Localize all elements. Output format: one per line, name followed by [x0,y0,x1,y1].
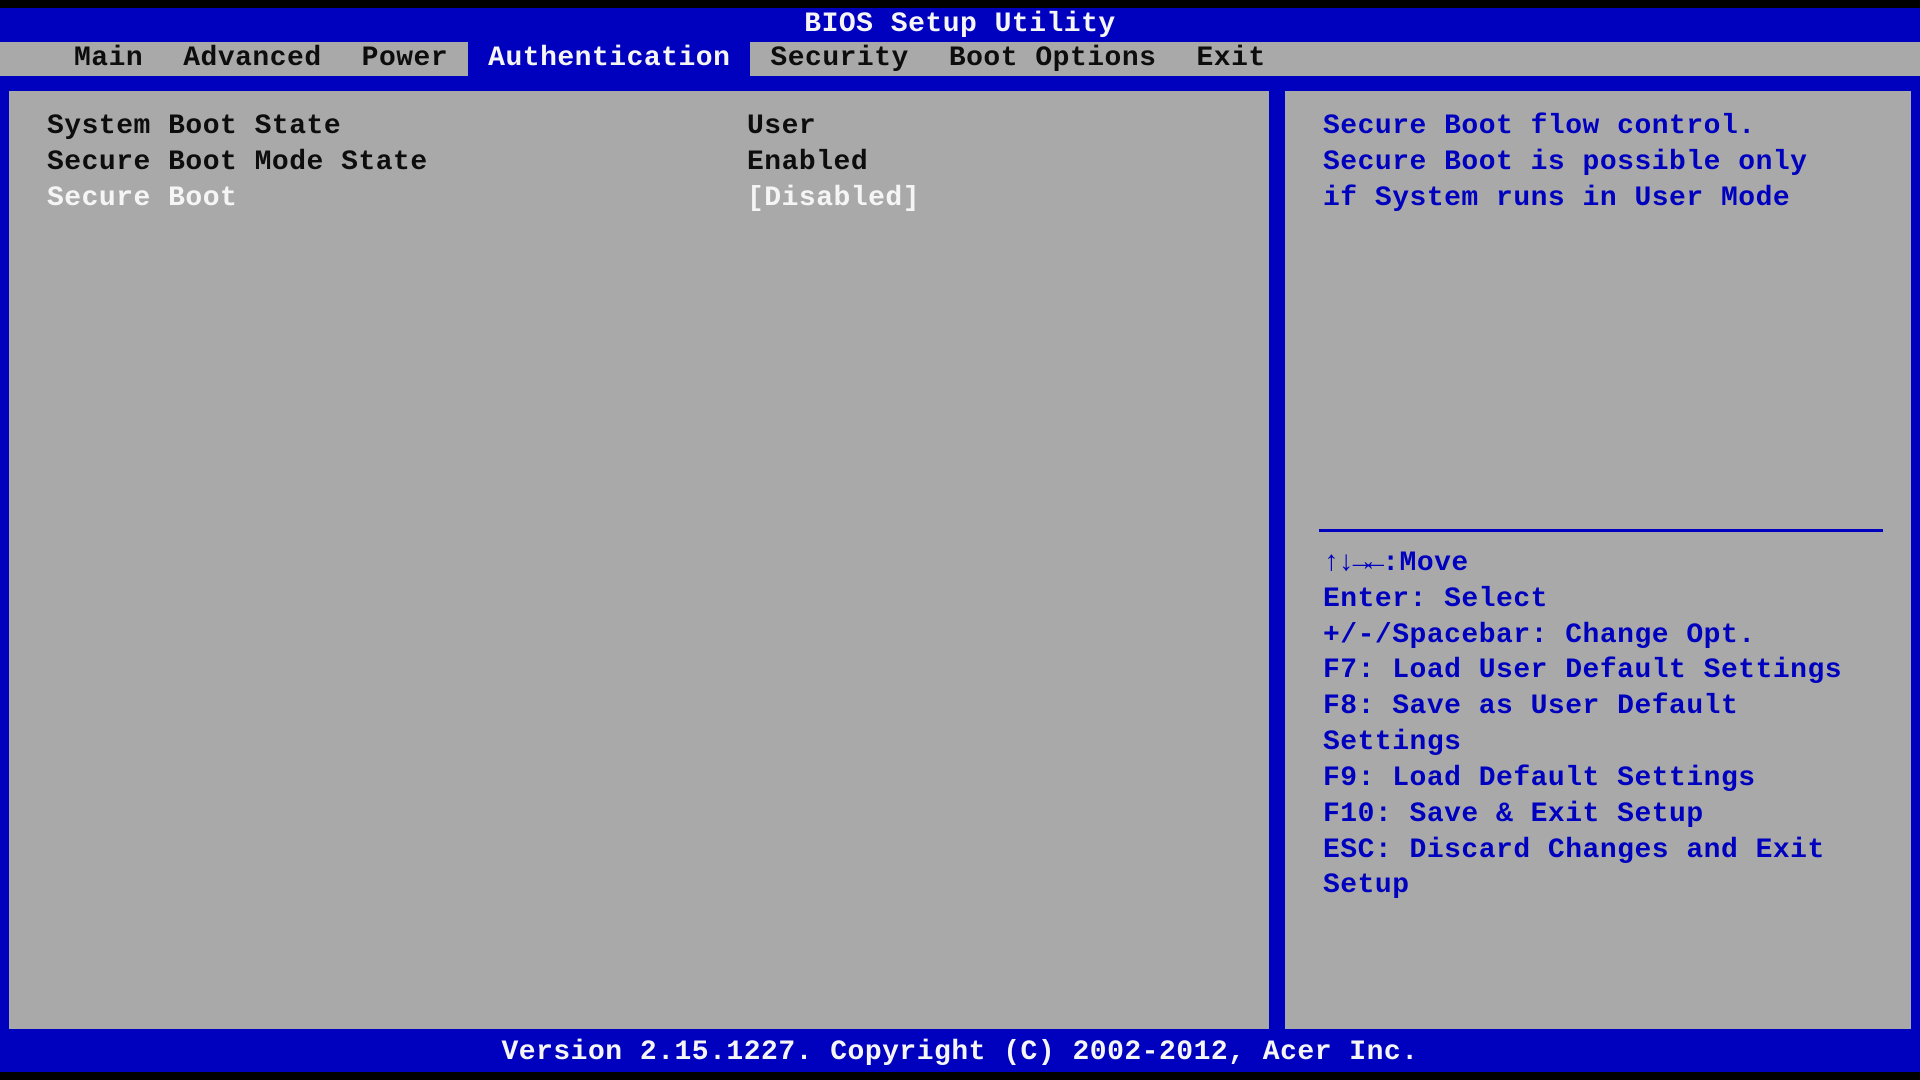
key-help: ↑↓→←:Move Enter: Select +/-/Spacebar: Ch… [1323,546,1879,904]
setting-secure-boot[interactable]: Secure Boot [Disabled] [47,181,1237,217]
menu-tabs: Main Advanced Power Authentication Secur… [0,42,1920,76]
key-help-move-label: :Move [1382,548,1469,579]
key-help-line: F7: Load User Default Settings [1323,653,1879,689]
setting-label: Secure Boot [47,181,747,217]
setting-label: System Boot State [47,109,747,145]
setting-value: User [747,109,816,145]
tab-security[interactable]: Security [750,42,928,76]
settings-panel: System Boot State User Secure Boot Mode … [6,88,1272,1032]
key-help-line: F9: Load Default Settings [1323,761,1879,797]
setting-secure-boot-mode-state[interactable]: Secure Boot Mode State Enabled [47,145,1237,181]
content-area: System Boot State User Secure Boot Mode … [6,88,1914,1032]
help-line: if System runs in User Mode [1323,181,1879,217]
tab-exit[interactable]: Exit [1176,42,1285,76]
key-help-line: +/-/Spacebar: Change Opt. [1323,618,1879,654]
app-title: BIOS Setup Utility [804,7,1115,43]
setting-value[interactable]: [Disabled] [747,181,920,217]
setting-system-boot-state[interactable]: System Boot State User [47,109,1237,145]
tab-power[interactable]: Power [342,42,469,76]
help-line: Secure Boot is possible only [1323,145,1879,181]
title-bar: BIOS Setup Utility [0,8,1920,42]
version-text: Version 2.15.1227. Copyright (C) 2002-20… [501,1035,1418,1071]
tab-authentication[interactable]: Authentication [468,42,750,76]
version-footer: Version 2.15.1227. Copyright (C) 2002-20… [0,1034,1920,1072]
tab-advanced[interactable]: Advanced [163,42,341,76]
setting-value: Enabled [747,145,868,181]
arrow-keys-icon: ↑↓→← [1323,546,1382,582]
tab-main[interactable]: Main [54,42,163,76]
help-divider [1319,529,1883,532]
help-line: Secure Boot flow control. [1323,109,1879,145]
tab-boot-options[interactable]: Boot Options [929,42,1177,76]
key-help-move: ↑↓→←:Move [1323,546,1879,582]
key-help-line: ESC: Discard Changes and Exit Setup [1323,833,1879,905]
setting-label: Secure Boot Mode State [47,145,747,181]
key-help-line: Enter: Select [1323,582,1879,618]
key-help-line: F10: Save & Exit Setup [1323,797,1879,833]
bios-screen: BIOS Setup Utility Main Advanced Power A… [0,8,1920,1072]
key-help-line: F8: Save as User Default Settings [1323,689,1879,761]
help-panel: Secure Boot flow control. Secure Boot is… [1282,88,1914,1032]
context-help: Secure Boot flow control. Secure Boot is… [1323,109,1879,529]
